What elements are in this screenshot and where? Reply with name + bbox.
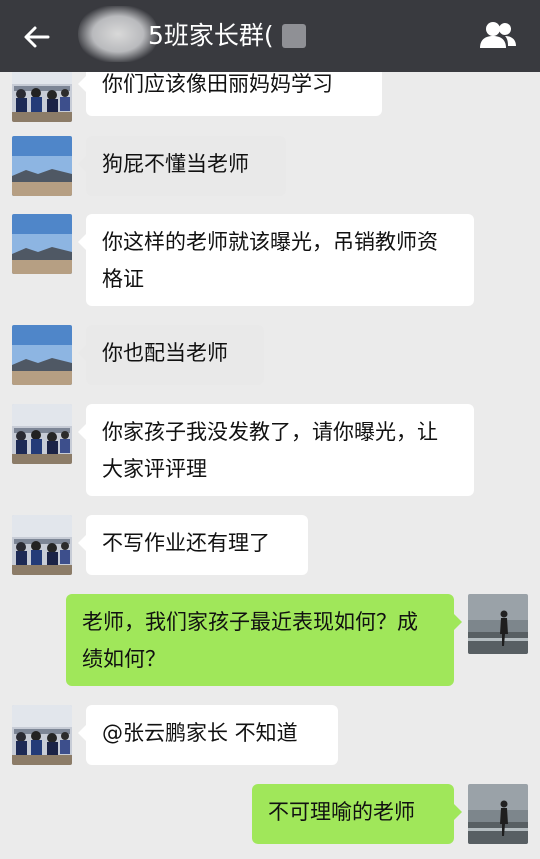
message-text: 老师，我们家孩子最近表现如何？成绩如何？	[82, 610, 418, 671]
outgoing-message-bubble[interactable]: 老师，我们家孩子最近表现如何？成绩如何？	[66, 594, 462, 686]
message-bubble[interactable]: @张云鹏家长 不知道	[78, 705, 338, 765]
message-bubble[interactable]: 你也配当老师	[78, 325, 264, 385]
group-members-icon[interactable]	[478, 20, 518, 52]
message-bubble[interactable]: 不写作业还有理了	[78, 515, 308, 575]
landscape-avatar[interactable]	[12, 325, 72, 385]
message-text: 不写作业还有理了	[102, 531, 270, 555]
message-bubble[interactable]: 狗屁不懂当老师	[78, 136, 286, 196]
blurred-member-count	[282, 24, 306, 48]
beach-avatar[interactable]	[468, 594, 528, 654]
beach-avatar[interactable]	[468, 784, 528, 844]
message-text: @张云鹏家长 不知道	[102, 721, 298, 745]
chat-header: 5班家长群(	[0, 0, 540, 72]
landscape-avatar[interactable]	[12, 214, 72, 274]
landscape-avatar[interactable]	[12, 136, 72, 196]
message-text: 不可理喻的老师	[268, 800, 415, 824]
classroom-avatar[interactable]	[12, 705, 72, 765]
outgoing-message-bubble[interactable]: 不可理喻的老师	[252, 784, 462, 844]
message-text: 你也配当老师	[102, 341, 228, 365]
message-bubble[interactable]: 你家孩子我没发教了，请你曝光，让大家评评理	[78, 404, 474, 496]
message-text: 狗屁不懂当老师	[102, 152, 249, 176]
message-bubble[interactable]: 你们应该像田丽妈妈学习	[78, 72, 382, 116]
blurred-school-name	[78, 6, 158, 62]
message-text: 你这样的老师就该曝光，吊销教师资格证	[102, 230, 438, 291]
back-arrow-icon[interactable]	[22, 22, 52, 52]
message-list[interactable]: 你们应该像田丽妈妈学习 狗屁不懂当老师 你这样的老师就该曝光，吊销教师资格证 你…	[0, 72, 540, 859]
message-text: 你家孩子我没发教了，请你曝光，让大家评评理	[102, 420, 438, 481]
page-title: 5班家长群(	[148, 21, 274, 50]
message-text: 你们应该像田丽妈妈学习	[102, 72, 333, 96]
message-bubble[interactable]: 你这样的老师就该曝光，吊销教师资格证	[78, 214, 474, 306]
classroom-avatar[interactable]	[12, 404, 72, 464]
classroom-avatar[interactable]	[12, 515, 72, 575]
classroom-avatar[interactable]	[12, 72, 72, 122]
